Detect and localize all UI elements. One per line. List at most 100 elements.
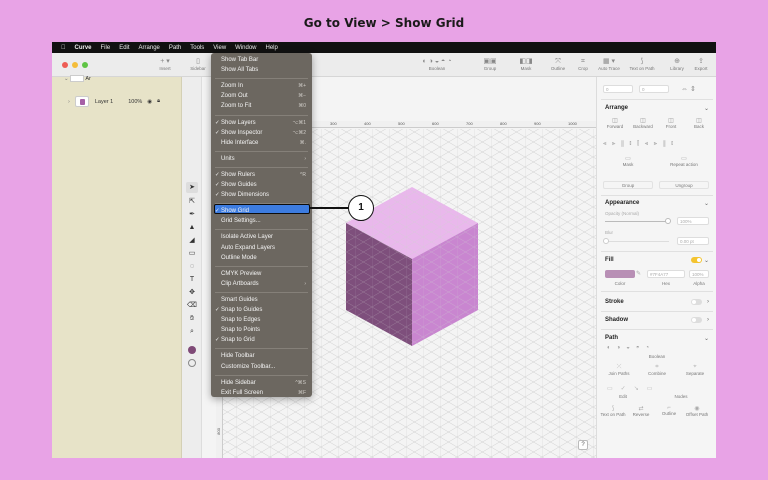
menu-item-cmyk-preview[interactable]: CMYK Preview bbox=[221, 270, 261, 279]
eye-icon[interactable]: ◉ bbox=[147, 99, 152, 105]
menu-item-grid-settings[interactable]: Grid Settings... bbox=[221, 217, 261, 226]
offset-path-button[interactable]: ◉ Offset Path bbox=[683, 405, 711, 417]
chevron-down-icon[interactable]: ⌄ bbox=[704, 257, 709, 264]
group-inspector-button[interactable]: Group bbox=[603, 181, 653, 189]
menu-item-clip-artboards[interactable]: Clip Artboards bbox=[221, 280, 259, 289]
auto-trace-button[interactable]: ▦ ▾ Auto Trace bbox=[594, 57, 624, 71]
join-paths-button[interactable]: ⤫ Join Paths bbox=[601, 364, 637, 376]
bezier-tool-icon[interactable]: ▲ bbox=[186, 222, 198, 233]
fill-color-swatch[interactable] bbox=[186, 345, 198, 356]
hand-tool-icon[interactable]: ✋︎ bbox=[186, 313, 198, 324]
boolean-ops-icons[interactable]: ◐◑◒◓◔ bbox=[607, 345, 655, 351]
menu-item-smart-guides[interactable]: Smart Guides bbox=[221, 296, 258, 305]
menu-item-show-layers[interactable]: Show Layers bbox=[221, 119, 256, 128]
front-button[interactable]: ◫ Front bbox=[657, 117, 685, 129]
apple-icon[interactable]:  bbox=[61, 45, 66, 51]
repeat-action-button[interactable]: ▭ Repeat action bbox=[657, 155, 711, 167]
menu-item-isolate-active-layer[interactable]: Isolate Active Layer bbox=[221, 233, 273, 242]
separate-button[interactable]: ⌖ Separate bbox=[677, 364, 713, 376]
menu-item-show-dimensions[interactable]: Show Dimensions bbox=[221, 191, 269, 200]
back-button[interactable]: ◫ Back bbox=[685, 117, 713, 129]
insert-button[interactable]: + ▾ Insert bbox=[156, 57, 174, 71]
stroke-color-swatch[interactable] bbox=[186, 358, 198, 369]
chevron-right-icon[interactable]: › bbox=[707, 299, 709, 305]
move-tool-icon[interactable]: ✥ bbox=[186, 287, 198, 298]
shape-tool-icon[interactable]: ▭ bbox=[186, 248, 198, 259]
group-button[interactable]: ▣▣ Group bbox=[480, 57, 500, 71]
menu-item-snap-to-edges[interactable]: Snap to Edges bbox=[221, 316, 260, 325]
zoom-window-button[interactable] bbox=[82, 62, 88, 68]
reverse-button[interactable]: ⇄ Reverse bbox=[627, 405, 655, 417]
flip-icons[interactable]: ⇔ ⇕ bbox=[681, 85, 696, 93]
opacity-slider[interactable] bbox=[605, 221, 669, 222]
combine-button[interactable]: ⌗ Combine bbox=[639, 364, 675, 376]
export-button[interactable]: ⇪ Export bbox=[690, 57, 712, 71]
menu-item-zoom-out[interactable]: Zoom Out bbox=[221, 92, 248, 101]
stroke-toggle[interactable] bbox=[691, 299, 702, 305]
zoom-tool-icon[interactable]: ⌕ bbox=[186, 326, 198, 337]
menu-item-hide-interface[interactable]: Hide Interface bbox=[221, 139, 258, 148]
fill-toggle[interactable] bbox=[691, 257, 702, 263]
direct-select-tool-icon[interactable]: ⇱ bbox=[186, 196, 198, 207]
text-on-path-button[interactable]: ⟆ Text on Path bbox=[624, 57, 660, 71]
fill-color-well[interactable] bbox=[605, 270, 635, 278]
mask-inspector-button[interactable]: ▭ Mask bbox=[601, 155, 655, 167]
fill-hex-field[interactable]: #7F4A77 bbox=[647, 270, 685, 278]
blur-slider-knob[interactable] bbox=[603, 238, 609, 244]
menu-item-exit-full-screen[interactable]: Exit Full Screen bbox=[221, 389, 263, 398]
text-tool-icon[interactable]: T bbox=[186, 274, 198, 285]
disclosure-icon[interactable]: ⌄ bbox=[64, 76, 69, 82]
lock-icon[interactable]: 🔒︎ bbox=[157, 98, 160, 105]
chevron-down-icon[interactable]: ⌄ bbox=[704, 105, 709, 112]
chevron-right-icon[interactable]: › bbox=[68, 99, 70, 105]
menu-file[interactable]: File bbox=[101, 45, 111, 51]
eraser-tool-icon[interactable]: ⌫ bbox=[186, 300, 198, 311]
pen-tool-icon[interactable]: ✒ bbox=[186, 209, 198, 220]
close-window-button[interactable] bbox=[62, 62, 68, 68]
crop-button[interactable]: ⌗ Crop bbox=[574, 57, 592, 71]
outline-button[interactable]: ⤧ Outline bbox=[548, 57, 568, 71]
app-menu[interactable]: Curve bbox=[75, 45, 92, 51]
menu-edit[interactable]: Edit bbox=[119, 45, 129, 51]
menu-item-zoom-in[interactable]: Zoom In bbox=[221, 82, 243, 91]
mask-button[interactable]: ◧◨ Mask bbox=[516, 57, 536, 71]
eyedropper-icon[interactable]: ✎ bbox=[636, 270, 641, 277]
boolean-buttons[interactable]: ◐ ◑ ◒ ◓ ◔ Boolean bbox=[402, 57, 472, 71]
select-tool-icon[interactable]: ➤ bbox=[186, 182, 198, 193]
menu-help[interactable]: Help bbox=[266, 45, 278, 51]
menu-item-snap-to-guides[interactable]: Snap to Guides bbox=[221, 306, 262, 315]
menu-path[interactable]: Path bbox=[169, 45, 181, 51]
chevron-down-icon[interactable]: ⌄ bbox=[704, 335, 709, 342]
y-field[interactable]: 0 bbox=[639, 85, 669, 93]
layer-row[interactable]: › Layer 1 100% ◉ 🔒︎ bbox=[68, 96, 160, 107]
menu-item-show-tab-bar[interactable]: Show Tab Bar bbox=[221, 56, 258, 65]
menu-item-show-guides[interactable]: Show Guides bbox=[221, 181, 257, 190]
brush-tool-icon[interactable]: ◢ bbox=[186, 235, 198, 246]
menu-window[interactable]: Window bbox=[235, 45, 256, 51]
sidebar-button[interactable]: ▯ Sidebar bbox=[188, 57, 208, 71]
menu-item-hide-toolbar[interactable]: Hide Toolbar bbox=[221, 352, 255, 361]
opacity-slider-knob[interactable] bbox=[665, 218, 671, 224]
text-on-path-inspector-button[interactable]: ⟆ Text on Path bbox=[599, 405, 627, 417]
library-button[interactable]: ⊕ Library bbox=[666, 57, 688, 71]
artboard-row[interactable]: ⌄ Ar bbox=[64, 75, 91, 82]
menu-tools[interactable]: Tools bbox=[190, 45, 204, 51]
minimize-window-button[interactable] bbox=[72, 62, 78, 68]
edit-node-icons[interactable]: ▭✓↘▭ bbox=[607, 385, 660, 392]
shadow-toggle[interactable] bbox=[691, 317, 702, 323]
menu-item-show-rulers[interactable]: Show Rulers bbox=[221, 171, 255, 180]
help-button[interactable]: ? bbox=[578, 440, 588, 450]
backward-button[interactable]: ◫ Backward bbox=[629, 117, 657, 129]
menu-item-auto-expand-layers[interactable]: Auto Expand Layers bbox=[221, 244, 275, 253]
blur-slider[interactable] bbox=[605, 241, 669, 242]
menu-item-hide-sidebar[interactable]: Hide Sidebar bbox=[221, 379, 256, 388]
fill-alpha-field[interactable]: 100% bbox=[689, 270, 709, 278]
lasso-tool-icon[interactable]: ◌ bbox=[186, 261, 198, 272]
menu-item-customize-toolbar[interactable]: Customize Toolbar... bbox=[221, 363, 275, 372]
menu-arrange[interactable]: Arrange bbox=[139, 45, 160, 51]
menu-item-zoom-to-fit[interactable]: Zoom to Fit bbox=[221, 102, 251, 111]
x-field[interactable]: 0 bbox=[603, 85, 633, 93]
menu-item-outline-mode[interactable]: Outline Mode bbox=[221, 254, 257, 263]
ungroup-button[interactable]: Ungroup bbox=[659, 181, 709, 189]
blur-field[interactable]: 0.00 pt bbox=[677, 237, 709, 245]
